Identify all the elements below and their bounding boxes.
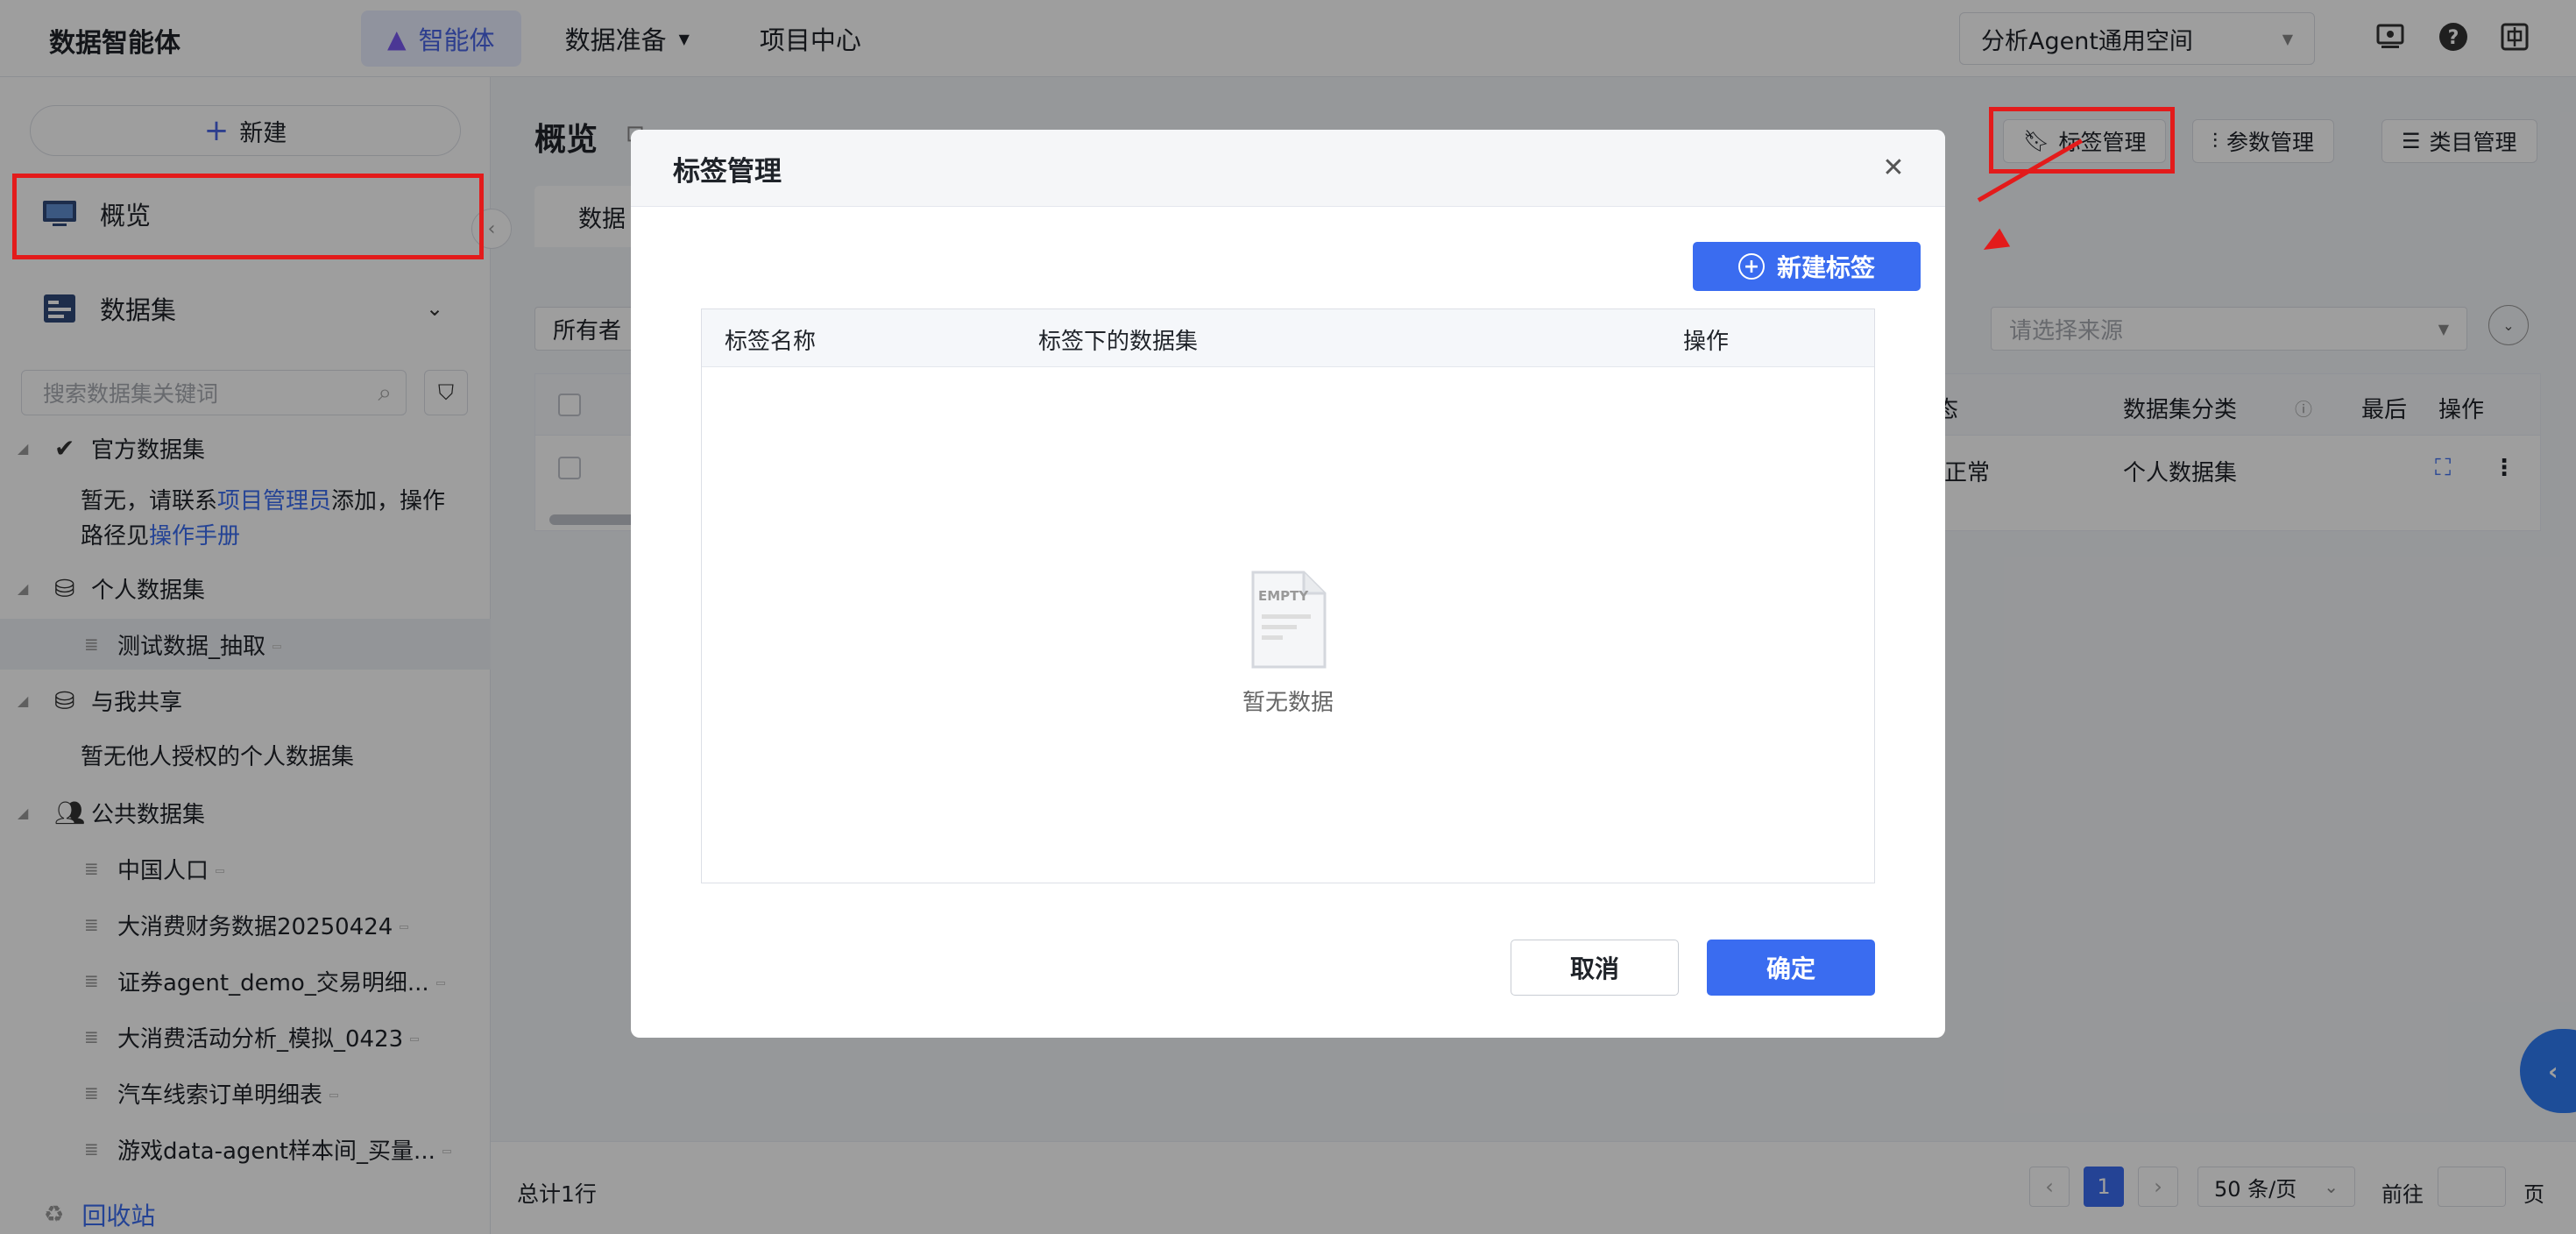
new-tag-button[interactable]: + 新建标签 [1693, 242, 1921, 291]
empty-icon-label: EMPTY [1258, 588, 1309, 604]
tag-table: 标签名称 标签下的数据集 操作 EMPTY 暂无数据 [701, 308, 1875, 883]
close-icon[interactable]: ✕ [1873, 147, 1914, 188]
plus-circle-icon: + [1737, 253, 1765, 280]
empty-document-icon: EMPTY [1249, 569, 1328, 674]
cancel-button[interactable]: 取消 [1511, 940, 1679, 996]
page-background: 数据智能体 ▲ 智能体 数据准备 ▼ 项目中心 分析Agent通用空间 ▼ ? [0, 0, 2576, 1234]
highlight-box-overview [12, 174, 484, 259]
tag-manage-dialog: 标签管理 ✕ + 新建标签 标签名称 标签下的数据集 操作 EMPTY 暂无数据… [631, 130, 1945, 1038]
new-tag-label: 新建标签 [1776, 253, 1875, 282]
th-tag-datasets: 标签下的数据集 [1038, 329, 1199, 355]
tag-table-header: 标签名称 标签下的数据集 操作 [702, 309, 1874, 367]
th-tag-actions: 操作 [1683, 329, 1730, 355]
confirm-button[interactable]: 确定 [1707, 940, 1875, 996]
th-tag-name: 标签名称 [725, 329, 817, 355]
dialog-title: 标签管理 [673, 156, 782, 188]
dialog-header: 标签管理 ✕ [631, 130, 1945, 207]
empty-text: 暂无数据 [1242, 690, 1334, 716]
